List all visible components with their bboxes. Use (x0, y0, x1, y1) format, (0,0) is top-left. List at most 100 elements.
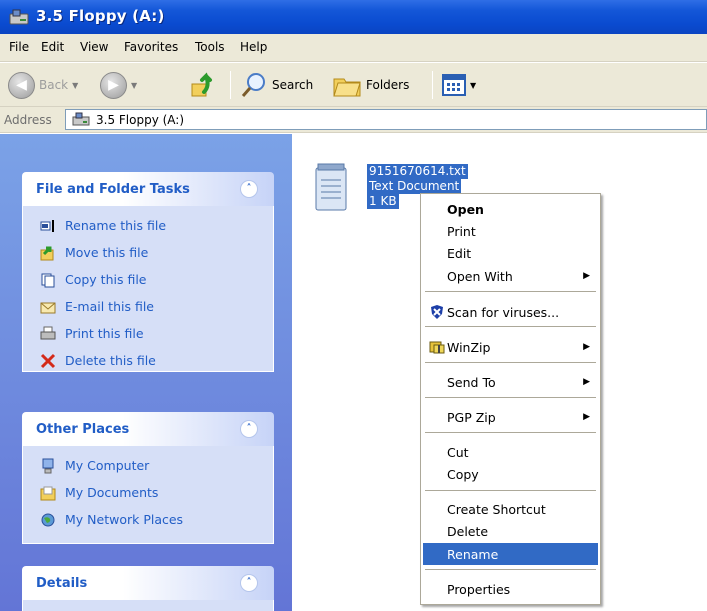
my-documents-icon (39, 484, 57, 502)
menu-item-label: Edit (447, 245, 472, 261)
task-label: Move this file (65, 245, 149, 260)
antivirus-shield-icon (431, 305, 443, 319)
panel-header[interactable]: Other Places ˄ (22, 412, 274, 446)
task-label: Print this file (65, 326, 144, 341)
back-dropdown-icon[interactable]: ▼ (72, 81, 78, 90)
address-value: 3.5 Floppy (A:) (96, 112, 185, 127)
network-places-icon (39, 511, 57, 529)
folders-button[interactable]: Folders (332, 69, 409, 101)
title-bar[interactable]: 3.5 Floppy (A:) (0, 0, 707, 34)
views-icon (442, 74, 466, 96)
panel-title: File and Folder Tasks (36, 182, 190, 197)
task-delete-file[interactable]: Delete this file (23, 347, 273, 374)
menu-separator (425, 362, 596, 363)
my-computer-icon (39, 457, 57, 475)
forward-dropdown-icon[interactable]: ▼ (131, 81, 137, 90)
place-my-documents[interactable]: My Documents (23, 479, 273, 506)
file-name[interactable]: 9151670614.txt (367, 164, 468, 179)
menu-item-label: Cut (447, 444, 469, 460)
menu-item-properties[interactable]: Properties (423, 578, 598, 600)
menu-item-label: Open (447, 201, 484, 217)
back-label: Back (39, 78, 69, 92)
folders-label: Folders (366, 78, 410, 92)
menu-separator (425, 569, 596, 570)
winzip-icon (429, 341, 445, 354)
collapse-chevron-icon[interactable]: ˄ (240, 574, 258, 592)
back-arrow-icon: ◀ (8, 71, 35, 99)
search-label: Search (272, 78, 314, 92)
task-label: Copy this file (65, 272, 147, 287)
floppy-drive-icon (72, 112, 90, 125)
menu-item-open-with[interactable]: Open With ▶ (423, 265, 598, 287)
menu-item-label: Open With (447, 268, 513, 284)
search-icon (241, 73, 265, 97)
menu-item-label: Create Shortcut (447, 501, 546, 517)
menu-item-rename[interactable]: Rename (423, 543, 598, 565)
menu-item-delete[interactable]: Delete (423, 520, 598, 542)
place-my-computer[interactable]: My Computer (23, 452, 273, 479)
menu-item-winzip[interactable]: WinZip ▶ (423, 336, 598, 358)
submenu-arrow-icon: ▶ (583, 377, 590, 387)
task-label: E-mail this file (65, 299, 154, 314)
file-folder-tasks-panel: File and Folder Tasks ˄ Rename this file… (22, 172, 274, 372)
forward-button[interactable]: ▶ ▼ (100, 69, 137, 101)
menu-separator (425, 326, 596, 327)
place-my-network-places[interactable]: My Network Places (23, 506, 273, 533)
details-panel: Details ˄ (22, 566, 274, 611)
floppy-drive-icon (9, 9, 29, 25)
address-input[interactable]: 3.5 Floppy (A:) (65, 109, 707, 130)
task-move-file[interactable]: Move this file (23, 239, 273, 266)
menu-item-label: Print (447, 223, 476, 239)
menu-separator (425, 397, 596, 398)
menu-separator (425, 432, 596, 433)
task-label: Delete this file (65, 353, 156, 368)
forward-arrow-icon: ▶ (100, 71, 127, 99)
menu-item-scan-viruses[interactable]: Scan for viruses... (423, 301, 598, 323)
menu-item-send-to[interactable]: Send To ▶ (423, 371, 598, 393)
menu-favorites[interactable]: Favorites (124, 40, 178, 54)
toolbar-separator (230, 71, 231, 99)
menu-item-pgp-zip[interactable]: PGP Zip ▶ (423, 406, 598, 428)
views-button[interactable]: ▼ (442, 69, 476, 101)
menu-item-create-shortcut[interactable]: Create Shortcut (423, 498, 598, 520)
task-rename-file[interactable]: Rename this file (23, 212, 273, 239)
menu-item-edit[interactable]: Edit (423, 242, 598, 264)
email-icon (39, 298, 57, 316)
panel-header[interactable]: File and Folder Tasks ˄ (22, 172, 274, 206)
task-copy-file[interactable]: Copy this file (23, 266, 273, 293)
up-folder-button[interactable] (188, 69, 218, 101)
collapse-chevron-icon[interactable]: ˄ (240, 420, 258, 438)
file-size: 1 KB (367, 194, 399, 209)
copy-icon (39, 271, 57, 289)
menu-help[interactable]: Help (240, 40, 267, 54)
panel-header[interactable]: Details ˄ (22, 566, 274, 600)
submenu-arrow-icon: ▶ (583, 342, 590, 352)
menu-file[interactable]: File (9, 40, 29, 54)
back-button[interactable]: ◀ Back ▼ (8, 69, 78, 101)
menu-item-copy[interactable]: Copy (423, 463, 598, 485)
menu-item-print[interactable]: Print (423, 220, 598, 242)
toolbar: ◀ Back ▼ ▶ ▼ Search Folders ▼ (0, 63, 707, 107)
search-button[interactable]: Search (240, 69, 313, 101)
menu-item-cut[interactable]: Cut (423, 441, 598, 463)
window-title: 3.5 Floppy (A:) (36, 7, 165, 25)
menu-view[interactable]: View (80, 40, 108, 54)
other-places-panel: Other Places ˄ My Computer My Documents … (22, 412, 274, 544)
views-dropdown-icon[interactable]: ▼ (470, 81, 476, 90)
menu-bar: File Edit View Favorites Tools Help (0, 34, 707, 62)
file-type: Text Document (367, 179, 462, 194)
context-menu: Open Print Edit Open With ▶ Scan for viru… (420, 193, 601, 605)
text-document-icon (315, 163, 347, 211)
panel-body: Rename this file Move this file Copy thi… (22, 206, 274, 372)
menu-item-open[interactable]: Open (423, 198, 598, 220)
menu-tools[interactable]: Tools (195, 40, 225, 54)
task-email-file[interactable]: E-mail this file (23, 293, 273, 320)
task-print-file[interactable]: Print this file (23, 320, 273, 347)
menu-item-label: Send To (447, 374, 496, 390)
panel-title: Other Places (36, 422, 130, 437)
submenu-arrow-icon: ▶ (583, 412, 590, 422)
address-label: Address (4, 113, 52, 127)
menu-edit[interactable]: Edit (41, 40, 64, 54)
menu-separator (425, 291, 596, 292)
collapse-chevron-icon[interactable]: ˄ (240, 180, 258, 198)
